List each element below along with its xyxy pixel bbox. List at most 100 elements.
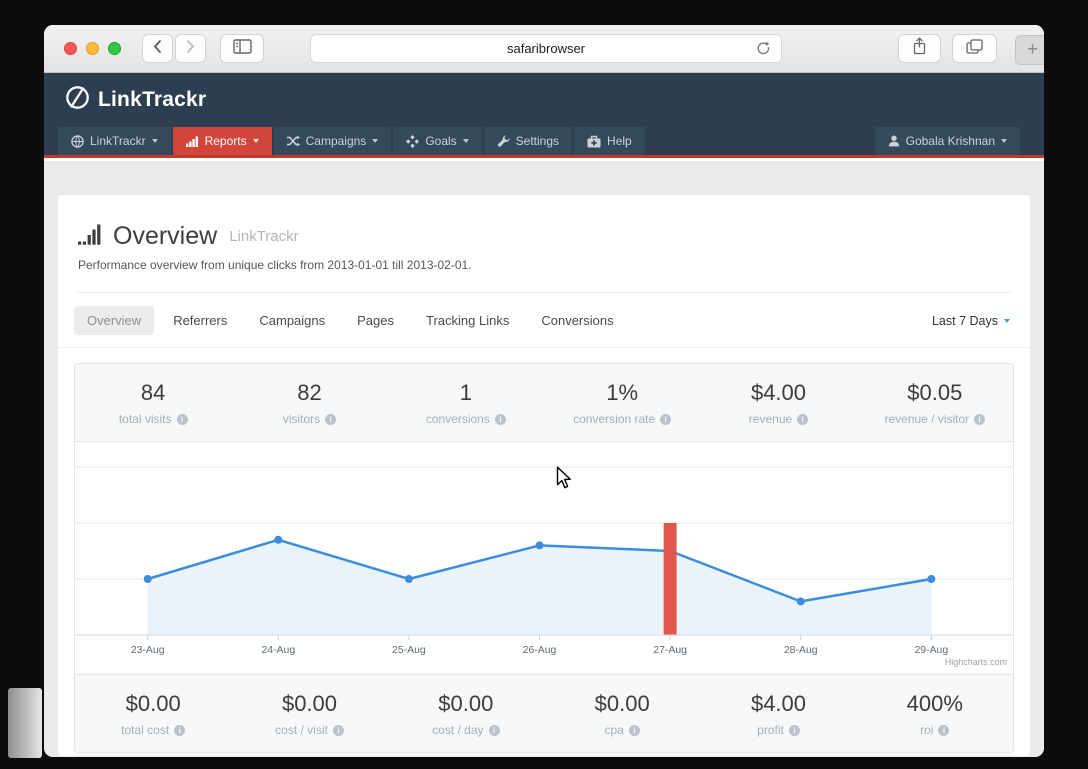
- share-button[interactable]: [898, 34, 941, 63]
- new-tab-button[interactable]: +: [1015, 35, 1044, 65]
- share-icon: [912, 37, 927, 60]
- info-icon[interactable]: [325, 413, 337, 425]
- data-point[interactable]: [927, 575, 936, 583]
- stat-cost-visit: $0.00 cost / visit: [231, 691, 387, 737]
- shuffle-icon: [286, 135, 300, 147]
- back-button[interactable]: [142, 34, 173, 63]
- info-icon[interactable]: [494, 413, 506, 425]
- show-all-tabs-button[interactable]: [952, 34, 997, 63]
- nav-item-settings[interactable]: Settings: [483, 127, 573, 155]
- brand-name: LinkTrackr: [98, 88, 207, 111]
- nav-item-label: Reports: [204, 134, 247, 148]
- info-icon[interactable]: [176, 413, 188, 425]
- stat-total-cost: $0.00 total cost: [75, 691, 231, 737]
- chevron-down-icon: [372, 139, 379, 143]
- page-title: Overview: [113, 222, 218, 250]
- tab-conversions[interactable]: Conversions: [528, 306, 626, 335]
- minimize-window-button[interactable]: [86, 42, 99, 55]
- x-axis-label: 26-Aug: [523, 645, 557, 656]
- content-card: Overview LinkTrackr Performance overview…: [58, 195, 1030, 756]
- nav-item-reports[interactable]: Reports: [172, 127, 272, 155]
- nav-item-help[interactable]: Help: [574, 127, 645, 155]
- tab-referrers[interactable]: Referrers: [160, 306, 240, 335]
- stat-revenue: $4.00 revenue: [700, 380, 856, 426]
- page-title-suffix: LinkTrackr: [229, 228, 299, 245]
- medkit-icon: [587, 135, 601, 148]
- nav-item-campaigns[interactable]: Campaigns: [273, 127, 392, 155]
- nav-item-label: Help: [607, 134, 632, 148]
- stat-label: profit: [757, 723, 784, 737]
- info-icon[interactable]: [974, 413, 986, 425]
- globe-icon: [71, 134, 84, 148]
- data-point[interactable]: [404, 575, 413, 583]
- data-point[interactable]: [535, 541, 544, 550]
- tab-tracking-links[interactable]: Tracking Links: [413, 306, 522, 335]
- stat-label: roi: [920, 723, 934, 737]
- visits-chart[interactable]: 23-Aug 24-Aug 25-Aug 26-Aug 27-Aug 28-Aug 29-A…: [75, 442, 1013, 674]
- chevron-down-icon: [1004, 318, 1010, 323]
- tab-campaigns[interactable]: Campaigns: [246, 306, 338, 335]
- sidebar-toggle-button[interactable]: [220, 34, 264, 63]
- user-icon: [888, 135, 900, 147]
- info-icon[interactable]: [797, 413, 809, 425]
- address-bar[interactable]: safaribrowser: [310, 34, 782, 63]
- info-icon[interactable]: [488, 724, 500, 736]
- chevron-right-icon: [185, 39, 196, 59]
- data-point[interactable]: [143, 575, 152, 583]
- app-header: LinkTrackr: [44, 73, 1044, 127]
- info-icon[interactable]: [660, 413, 672, 425]
- x-axis-label: 27-Aug: [653, 645, 687, 656]
- data-point[interactable]: [274, 535, 283, 544]
- safari-window: safaribrowser + LinkTrackr LinkTrackr Rep…: [44, 25, 1044, 757]
- nav-item-label: Gobala Krishnan: [905, 134, 995, 148]
- tab-pages[interactable]: Pages: [344, 306, 407, 335]
- stat-value: $0.00: [281, 691, 338, 716]
- info-icon[interactable]: [788, 724, 800, 736]
- title-section: Overview LinkTrackr Performance overview…: [58, 195, 1030, 293]
- stat-label: visitors: [282, 412, 321, 426]
- stat-label: cost / day: [432, 723, 484, 737]
- stat-label: revenue: [748, 412, 793, 426]
- area-fill: [147, 539, 932, 635]
- reload-icon[interactable]: [755, 41, 772, 63]
- linktrackr-logo-icon: [64, 84, 91, 116]
- stat-value: 1: [459, 380, 472, 405]
- stat-value: $0.00: [125, 691, 181, 716]
- nav-item-goals[interactable]: Goals: [393, 127, 482, 155]
- x-axis-label: 29-Aug: [915, 645, 949, 656]
- info-icon[interactable]: [174, 724, 186, 736]
- chevron-down-icon: [252, 139, 259, 143]
- stat-label: cost / visit: [275, 723, 328, 737]
- info-icon[interactable]: [938, 724, 950, 736]
- x-axis-label: 24-Aug: [261, 645, 295, 656]
- date-range-dropdown[interactable]: Last 7 Days: [932, 314, 1010, 328]
- info-icon[interactable]: [332, 724, 344, 736]
- stat-value: $4.00: [750, 691, 807, 716]
- x-axis-label: 28-Aug: [784, 645, 818, 656]
- stat-profit: $4.00 profit: [700, 691, 856, 737]
- zoom-window-button[interactable]: [108, 42, 121, 55]
- conversion-column[interactable]: [663, 523, 677, 635]
- info-icon[interactable]: [628, 724, 640, 736]
- stat-value: $4.00: [750, 380, 807, 405]
- page-subtitle: Performance overview from unique clicks …: [78, 258, 472, 272]
- stat-conversion-rate: 1% conversion rate: [544, 380, 700, 426]
- stat-value: $0.00: [594, 691, 650, 716]
- main-navbar: LinkTrackr Reports Campaigns Goals Settings H…: [44, 127, 1044, 158]
- tab-overview[interactable]: Overview: [74, 306, 155, 335]
- stat-roi: 400% roi: [857, 691, 1013, 737]
- chevron-left-icon: [152, 39, 163, 59]
- stat-label: conversion rate: [573, 412, 656, 426]
- highcharts-credit[interactable]: Highcharts.com: [945, 657, 1007, 667]
- stat-label: total visits: [118, 412, 172, 426]
- close-window-button[interactable]: [64, 42, 77, 55]
- bar-chart-icon: [185, 136, 199, 147]
- data-point[interactable]: [796, 597, 805, 606]
- stat-conversions: 1 conversions: [388, 380, 544, 426]
- nav-item-gobala-krishnan[interactable]: Gobala Krishnan: [874, 127, 1020, 155]
- x-axis-label: 25-Aug: [392, 645, 426, 656]
- forward-button[interactable]: [175, 34, 206, 63]
- nav-item-linktrackr[interactable]: LinkTrackr: [58, 127, 171, 155]
- sidebar-icon: [232, 38, 252, 59]
- stat-value: $0.00: [438, 691, 494, 716]
